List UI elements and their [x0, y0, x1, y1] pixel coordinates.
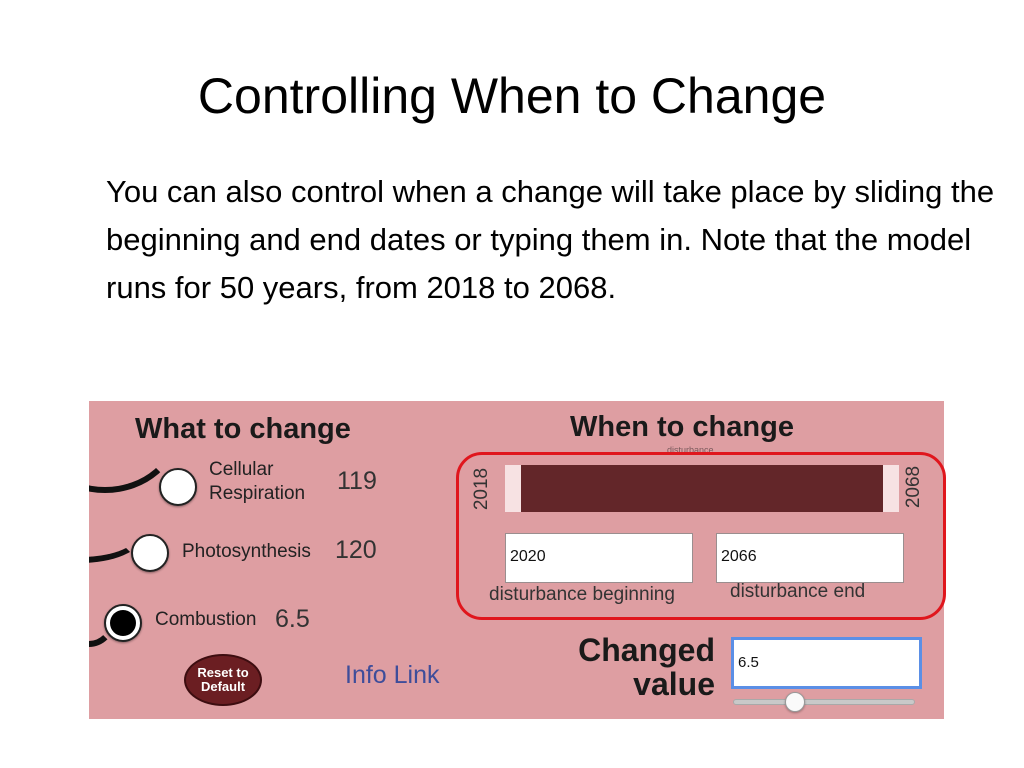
date-range-fill[interactable] — [521, 465, 883, 512]
photosynthesis-label: Photosynthesis — [182, 541, 311, 562]
what-to-change-heading: What to change — [135, 413, 351, 445]
disturbance-beginning-input[interactable]: 2020 — [505, 533, 693, 583]
info-link[interactable]: Info Link — [345, 661, 440, 690]
date-range-track[interactable] — [505, 465, 899, 512]
cellular-respiration-value: 119 — [337, 467, 377, 495]
when-to-change-heading: When to change — [570, 411, 794, 443]
start-year-label: 2018 — [471, 467, 493, 511]
photosynthesis-value: 120 — [335, 536, 377, 564]
changed-value-slider-thumb[interactable] — [785, 692, 805, 712]
changed-value-slider-track[interactable] — [733, 699, 915, 705]
changed-value-input[interactable]: 6.5 — [731, 637, 922, 689]
end-year-label: 2068 — [903, 465, 925, 509]
changed-value-heading: Changed value — [578, 632, 715, 702]
combustion-value: 6.5 — [275, 605, 310, 633]
combustion-radio[interactable] — [104, 604, 142, 642]
slide-body-text: You can also control when a change will … — [106, 174, 995, 305]
cellular-respiration-radio[interactable] — [159, 468, 197, 506]
combustion-label: Combustion — [155, 609, 257, 630]
disturbance-end-input[interactable]: 2066 — [716, 533, 904, 583]
cellular-respiration-label: Cellular Respiration — [209, 459, 306, 504]
slide-title: Controlling When to Change — [197, 68, 827, 124]
disturbance-end-caption: disturbance end — [730, 581, 866, 602]
reset-to-default-button[interactable]: Reset to Default — [184, 654, 262, 706]
photosynthesis-radio[interactable] — [131, 534, 169, 572]
disturbance-beginning-caption: disturbance beginning — [489, 584, 675, 605]
